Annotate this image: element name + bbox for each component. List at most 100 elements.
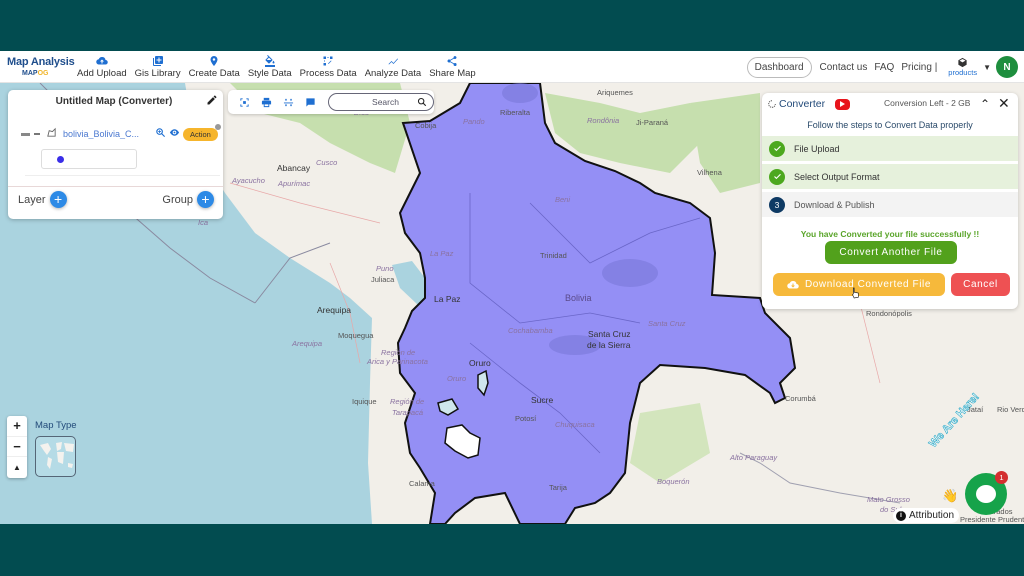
youtube-icon[interactable] <box>835 98 851 110</box>
step-label: Select Output Format <box>794 171 880 182</box>
user-avatar[interactable]: N <box>996 56 1018 78</box>
nav-label: Share Map <box>429 67 476 79</box>
comment-button[interactable] <box>300 94 322 110</box>
eye-icon[interactable] <box>169 125 180 143</box>
place-label: Abancay <box>277 163 311 173</box>
step-number: 3 <box>769 196 785 213</box>
map-canvas[interactable]: Cobija Riberalta Pando Ariquemes Rondôni… <box>0 83 1024 524</box>
place-label: Moquegua <box>338 331 374 340</box>
place-label: Puno <box>376 264 394 273</box>
nav-menu: Add Upload Gis Library Create Data Style… <box>73 54 480 79</box>
zoom-to-layer-icon[interactable] <box>155 125 166 143</box>
collapse-chevron-icon[interactable]: ⌃ <box>980 97 990 111</box>
place-label: Corumbá <box>785 394 816 403</box>
layer-row: bolivia_Bolivia_C... Action <box>21 123 221 143</box>
nav-share-map[interactable]: Share Map <box>425 55 479 79</box>
print-button[interactable] <box>256 94 278 110</box>
step-label: Download & Publish <box>794 199 875 210</box>
step-label: File Upload <box>794 143 840 154</box>
chat-widget-button[interactable]: 1 <box>965 471 1008 515</box>
forest-area <box>690 93 760 193</box>
world-map-icon <box>40 442 74 469</box>
contact-link[interactable]: Contact us <box>820 62 868 73</box>
place-label: Sucre <box>531 395 554 405</box>
place-label: Región de <box>381 348 416 357</box>
place-label: Iquique <box>352 397 377 406</box>
place-label: Bolivia <box>565 293 592 303</box>
zoom-in-button[interactable]: + <box>7 416 27 437</box>
layer-name[interactable]: bolivia_Bolivia_C... <box>63 129 153 139</box>
search-icon[interactable] <box>417 97 427 107</box>
layer-color-swatch <box>57 156 64 163</box>
action-label: Action <box>190 129 211 139</box>
nav-process-data[interactable]: Process Data <box>296 55 361 79</box>
step-select-output: Select Output Format <box>762 164 1018 189</box>
place-label: Arica y Parinacota <box>367 357 428 366</box>
nav-add-upload[interactable]: Add Upload <box>73 55 131 79</box>
layer-style-box[interactable] <box>41 149 137 169</box>
place-label: Trinidad <box>540 251 567 260</box>
place-label: Potosí <box>515 414 537 423</box>
app-window: Map Analysis MAPOG Add Upload Gis Librar… <box>0 51 1024 524</box>
forest-patch <box>602 259 658 287</box>
zoom-out-button[interactable]: − <box>7 437 27 458</box>
analyze-icon <box>388 58 398 64</box>
forest-patch <box>502 83 538 103</box>
add-group-control: Group + <box>162 191 214 208</box>
place-label: Cusco <box>316 158 338 167</box>
place-label: de la Sierra <box>587 340 631 350</box>
place-label: Cochabamba <box>508 326 553 335</box>
pricing-link[interactable]: Pricing | <box>901 62 937 73</box>
place-label: Arequipa <box>317 305 352 315</box>
place-label: Vilhena <box>697 168 722 177</box>
road <box>229 182 381 224</box>
place-label: Arequipa <box>292 339 323 348</box>
place-label: Ariquemes <box>597 88 633 97</box>
compass-button[interactable]: ▲ <box>7 457 27 478</box>
attribution-button[interactable]: i Attribution <box>893 508 960 523</box>
nav-gis-library[interactable]: Gis Library <box>131 55 185 79</box>
status-dot <box>214 123 221 130</box>
info-icon: i <box>896 510 906 521</box>
place-label: Cobija <box>415 121 437 130</box>
place-label: Presidente Prudente <box>960 515 1024 524</box>
place-label: Región de <box>390 397 425 406</box>
brand-logo[interactable]: Map Analysis MAPOG <box>0 55 75 77</box>
place-label: Riberalta <box>500 108 531 117</box>
map-title: Untitled Map (Converter) <box>55 96 173 107</box>
convert-another-button[interactable]: Convert Another File <box>825 241 957 264</box>
nav-analyze-data[interactable]: Analyze Data <box>361 55 426 79</box>
nav-right: Dashboard Contact us FAQ Pricing | produ… <box>746 51 1024 83</box>
close-icon[interactable]: ✕ <box>998 95 1010 112</box>
cancel-button[interactable]: Cancel <box>951 273 1010 296</box>
place-label: Apurímac <box>278 179 311 188</box>
conversion-left: Conversion Left - 2 GB <box>884 98 971 108</box>
map-toolbar: Search <box>228 90 434 114</box>
drag-handle-icon[interactable] <box>21 132 30 136</box>
fit-extent-button[interactable] <box>234 94 256 110</box>
nav-label: Create Data <box>188 67 240 79</box>
faq-link[interactable]: FAQ <box>874 62 894 73</box>
map-type-thumbnail[interactable] <box>35 436 76 477</box>
collapse-icon[interactable] <box>34 133 40 135</box>
chevron-down-icon[interactable]: ▼ <box>983 63 991 72</box>
place-label: La Paz <box>434 294 461 304</box>
dashboard-button[interactable]: Dashboard <box>746 56 812 78</box>
add-group-button[interactable]: + <box>197 191 214 208</box>
converter-panel: Converter Conversion Left - 2 GB ⌃ ✕ Fol… <box>762 93 1018 309</box>
search-input[interactable]: Search <box>327 93 434 111</box>
place-label: Rondonópolis <box>866 309 912 318</box>
pencil-icon[interactable] <box>206 94 218 106</box>
place-label: Mato Grosso <box>867 495 910 504</box>
add-layer-button[interactable]: + <box>49 191 67 208</box>
brand-subtitle: MAPOG <box>7 70 70 77</box>
brand-sub-prefix: MAP <box>22 69 38 77</box>
measure-button[interactable] <box>278 94 300 110</box>
brand-title: Map Analysis <box>7 55 75 68</box>
action-button[interactable]: Action <box>183 123 221 141</box>
products-menu[interactable]: products <box>948 57 977 77</box>
map-type-label: Map Type <box>35 420 77 431</box>
check-icon <box>769 140 785 157</box>
nav-style-data[interactable]: Style Data <box>244 54 296 79</box>
nav-create-data[interactable]: Create Data <box>185 55 244 79</box>
